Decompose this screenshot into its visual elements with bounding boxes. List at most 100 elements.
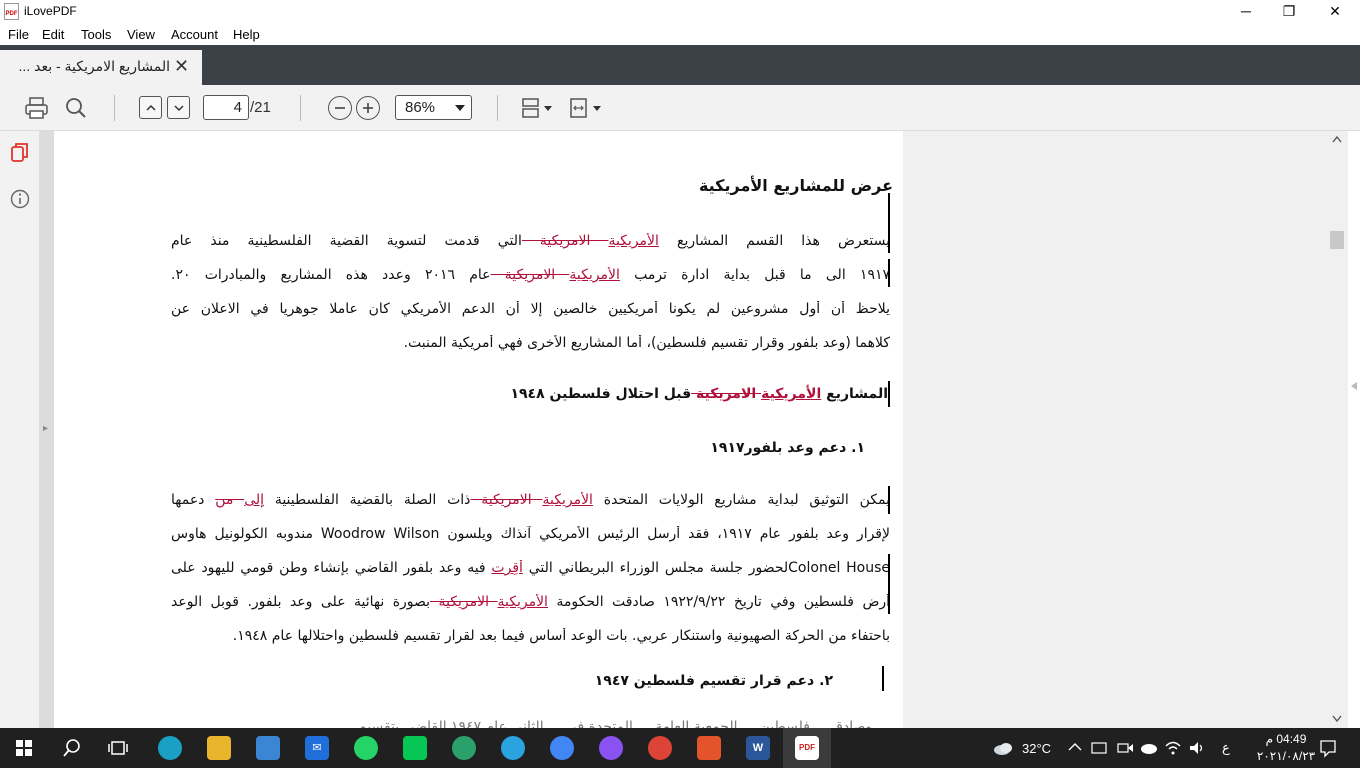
menu-help[interactable]: Help (233, 27, 260, 42)
toolbar-divider (300, 95, 301, 121)
collapse-panel-icon[interactable] (1350, 381, 1358, 391)
taskbar: ✉ W PDF 32°C ع 04:49 م ٢٠٢١/٠٨/٢٣ (0, 728, 1360, 768)
show-hidden-icons-icon[interactable] (1068, 742, 1082, 752)
edge-dev-icon[interactable] (452, 736, 476, 760)
keyboard-layout-icon[interactable] (1090, 739, 1108, 757)
notifications-icon[interactable] (1318, 738, 1338, 758)
viewer-gutter: ▸ (40, 131, 54, 728)
office-icon[interactable] (697, 736, 721, 760)
minimize-button[interactable]: ─ (1223, 0, 1269, 24)
paragraph-line: Colonel Houseلحضور جلسة مجلس الوزراء الب… (171, 560, 890, 576)
title-bar: PDF iLovePDF ─ ❐ ✕ (0, 0, 1360, 24)
clock-date[interactable]: ٢٠٢١/٠٨/٢٣ (1244, 749, 1328, 763)
menu-account[interactable]: Account (171, 27, 218, 42)
close-tab-icon[interactable]: ✕ (174, 56, 189, 77)
document-viewer[interactable]: ▸ عرض للمشاريع الأمريكية يستعرض هذا القس… (40, 131, 1328, 728)
chevron-up-icon (145, 104, 156, 111)
toolbar-divider (497, 95, 498, 121)
previous-page-button[interactable] (139, 96, 162, 119)
microsoft-store-icon[interactable] (256, 736, 280, 760)
revision-bar (882, 666, 884, 691)
paragraph-line: يستعرض هذا القسم المشاريع الأمريكية الام… (171, 233, 890, 249)
chrome-icon[interactable] (550, 736, 574, 760)
left-sidebar (0, 131, 40, 728)
windows-start-icon[interactable] (16, 740, 32, 756)
word-icon[interactable]: W (746, 736, 770, 760)
menu-tools[interactable]: Tools (81, 27, 111, 42)
line-app-icon[interactable] (403, 736, 427, 760)
clock-time[interactable]: 04:49 م (1256, 732, 1316, 746)
dropdown-caret-icon (455, 105, 465, 111)
menu-edit[interactable]: Edit (42, 27, 64, 42)
chevron-down-icon (173, 105, 184, 112)
paragraph-line: ... وصادق ... فلسطين ... الجمعية العامة … (340, 719, 890, 728)
page-layout-icon[interactable] (520, 96, 556, 120)
section-title: عرض للمشاريع الأمريكية (698, 176, 893, 195)
list-item-heading: ١. دعم وعد بلفور١٩١٧ (710, 440, 865, 456)
tab-title: المشاريع الامريكية - بعد ... (18, 58, 170, 74)
scroll-down-icon[interactable] (1332, 715, 1342, 723)
window-title: iLovePDF (24, 4, 77, 18)
whatsapp-icon[interactable] (354, 736, 378, 760)
app-logo-icon: PDF (4, 3, 19, 20)
paragraph-line: لإقرار وعد بلفور عام ١٩١٧، فقد أرسل الرئ… (171, 526, 890, 542)
viewer-background (903, 131, 1328, 728)
next-page-button[interactable] (167, 96, 190, 119)
scroll-up-icon[interactable] (1332, 135, 1342, 143)
meet-now-icon[interactable] (1116, 739, 1134, 757)
input-language[interactable]: ع (1222, 740, 1230, 756)
close-window-button[interactable]: ✕ (1312, 0, 1358, 24)
menu-bar: File Edit Tools View Account Help (0, 24, 1360, 45)
file-explorer-icon[interactable] (207, 736, 231, 760)
telegram-icon[interactable] (501, 736, 525, 760)
paragraph-line: أرض فلسطين وفي تاريخ ١٩٢٢/٩/٢٢ صادقت الح… (171, 594, 890, 610)
revision-bar (888, 193, 890, 253)
taskbar-search-icon[interactable] (62, 738, 82, 758)
document-tab[interactable]: المشاريع الامريكية - بعد ... ✕ (0, 50, 202, 85)
zoom-in-button[interactable] (356, 96, 380, 120)
scroll-thumb[interactable] (1330, 231, 1344, 249)
expand-sidebar-icon[interactable]: ▸ (43, 423, 48, 434)
fit-width-icon[interactable] (568, 96, 604, 120)
onedrive-cloud-icon[interactable] (1140, 740, 1158, 756)
messenger-icon[interactable] (599, 736, 623, 760)
vertical-scrollbar[interactable] (1328, 131, 1348, 728)
wifi-icon[interactable] (1164, 739, 1182, 757)
zoom-value: 86% (405, 99, 436, 116)
weather-temp[interactable]: 32°C (1022, 741, 1051, 756)
paragraph-line: كلاهما (وعد بلفور وقرار تقسيم فلسطين)، أ… (403, 335, 890, 351)
revision-bar (888, 554, 890, 614)
toolbar-divider (114, 95, 115, 121)
zoom-out-button[interactable] (328, 96, 352, 120)
revision-bar (888, 486, 890, 514)
tab-bar: المشاريع الامريكية - بعد ... ✕ (0, 45, 1360, 85)
search-icon[interactable] (64, 96, 88, 120)
paragraph-line: يمكن التوثيق لبداية مشاريع الولايات المت… (171, 492, 890, 508)
revision-bar (888, 381, 890, 407)
menu-file[interactable]: File (8, 27, 29, 42)
paragraph-line: يلاحظ أن أول مشروعين لم يكونا أمريكيين خ… (171, 301, 890, 317)
revision-bar (888, 259, 890, 287)
mail-icon[interactable]: ✉ (305, 736, 329, 760)
list-item-heading: ٢. دعم قرار تقسيم فلسطين ١٩٤٧ (594, 673, 833, 689)
edge-browser-icon[interactable] (158, 736, 182, 760)
active-app-highlight (783, 728, 831, 768)
info-icon[interactable] (9, 188, 31, 210)
maximize-button[interactable]: ❐ (1266, 0, 1312, 24)
menu-view[interactable]: View (127, 27, 155, 42)
pdf-page: عرض للمشاريع الأمريكية يستعرض هذا القسم … (54, 131, 903, 728)
pages-icon[interactable] (9, 141, 31, 165)
zoom-select[interactable]: 86% (395, 95, 472, 120)
plus-icon (363, 103, 373, 113)
minus-icon (335, 107, 345, 109)
page-number-input[interactable]: 4 (203, 95, 249, 120)
chrome-profile-icon[interactable] (648, 736, 672, 760)
print-icon[interactable] (24, 96, 50, 120)
paragraph-line: باحتفاء من الحركة الصهيونية واستنكار عرب… (232, 628, 890, 644)
volume-icon[interactable] (1188, 739, 1206, 757)
paragraph-line: ١٩١٧ الى ما قبل بداية ادارة ترمب الأمريك… (171, 267, 890, 283)
weather-cloud-icon[interactable] (992, 740, 1014, 756)
toolbar: 4 /21 86% (0, 85, 1360, 131)
subsection-heading: المشاريع الأمريكية الامريكية قبل احتلال … (510, 386, 888, 402)
task-view-icon[interactable] (108, 738, 130, 758)
